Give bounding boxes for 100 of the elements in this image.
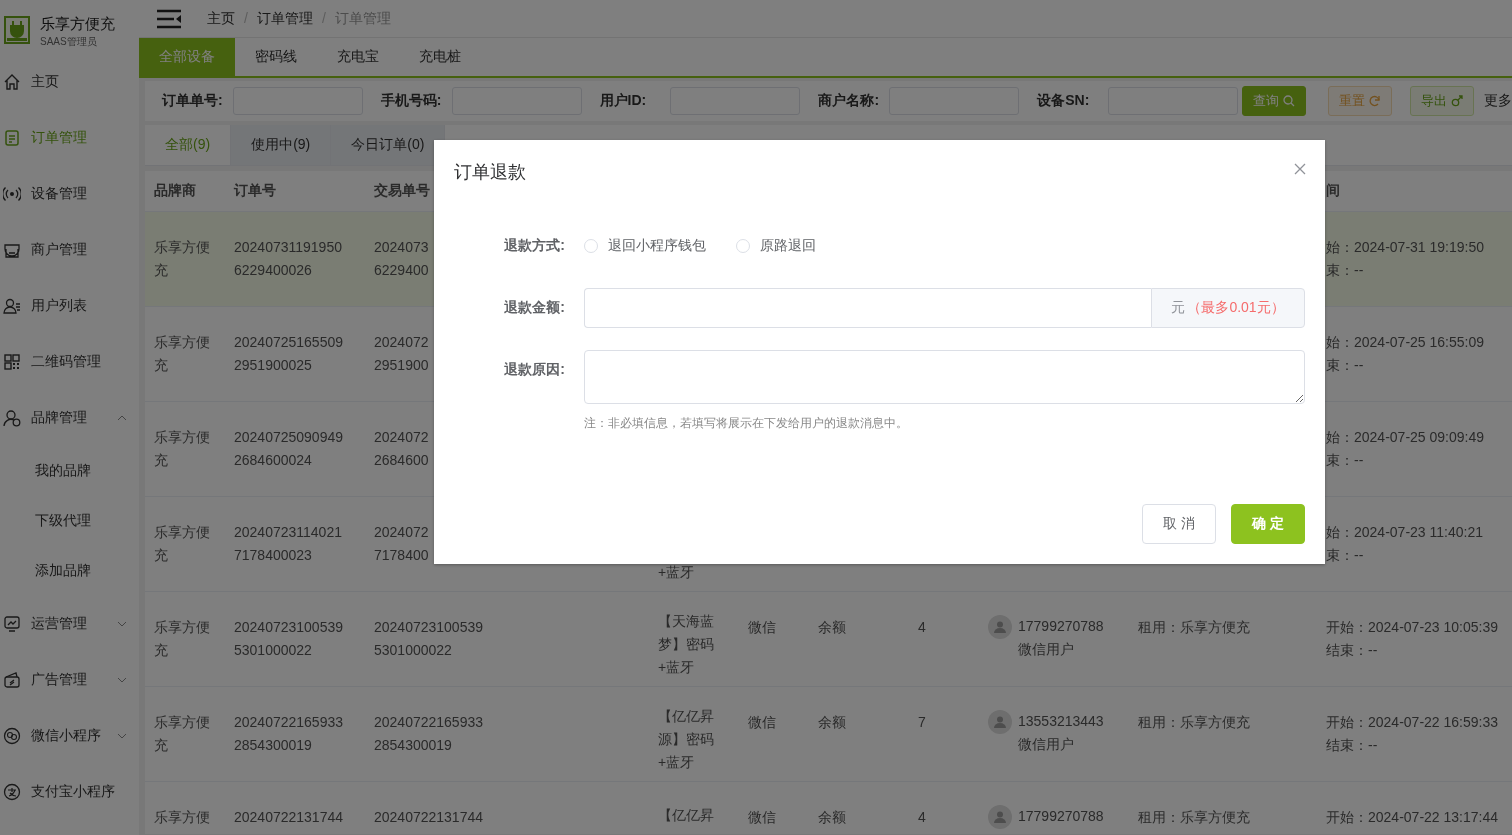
cancel-button[interactable]: 取 消 <box>1142 504 1216 544</box>
close-button[interactable] <box>1294 163 1306 175</box>
table-cell-text: 2024072 7178400 <box>374 523 429 565</box>
refresh-icon <box>1369 95 1381 107</box>
column-header: 交易单号 <box>374 182 430 198</box>
nav-item[interactable]: 添加品牌 <box>0 546 139 596</box>
table-cell-text: 20240731191950 6229400026 <box>234 238 342 280</box>
chat-icon <box>3 727 21 745</box>
table-row[interactable]: 乐享方便充 20240722165933 2854300019 20240722165933 2854300019 【亿亿昇 源】密码 +蓝牙 微信 余额 7 13553213443 微信用户 租用：乐享方便充 开始：2024-07-22 16:59:33 结束：-- <box>145 687 1512 782</box>
table-cell-text: +蓝牙 <box>658 563 695 582</box>
house-icon <box>3 73 21 91</box>
tab[interactable]: 充电宝 <box>317 38 399 76</box>
table-row[interactable]: 乐享方便 20240722131744 20240722131744 【亿亿昇 微信 余额 4 17799270788 租用：乐享方便充 开始：2024-07-22 13:17:44 <box>145 782 1512 834</box>
nav-item[interactable]: 品牌管理 <box>0 390 139 446</box>
field-label: 订单单号: <box>162 92 224 110</box>
table-cell-text: 租用：乐享方便充 <box>1138 618 1250 637</box>
table-cell-text: 20240722165933 2854300019 <box>374 713 483 755</box>
nav-item[interactable]: 二维码管理 <box>0 334 139 390</box>
nav-item[interactable]: 主页 <box>0 54 139 110</box>
nav-item[interactable]: 下级代理 <box>0 496 139 546</box>
column-header: 订单号 <box>234 182 276 198</box>
table-cell-text: 乐享方便充 <box>154 238 211 280</box>
table-cell-text: 结束：-- <box>1326 736 1379 755</box>
unit-label: 元 <box>1171 299 1186 317</box>
field-label: 设备SN: <box>1037 92 1091 110</box>
table-cell-text: 4 <box>918 808 926 827</box>
column-header: 品牌商 <box>154 182 196 198</box>
table-cell-text: 余额 <box>818 808 846 827</box>
store-icon <box>3 241 21 259</box>
tab[interactable]: 密码线 <box>235 38 317 76</box>
table-cell-text: 【亿亿昇 <box>658 806 714 825</box>
nav-item[interactable]: 用户列表 <box>0 278 139 334</box>
option-label: 退回小程序钱包 <box>608 237 706 255</box>
table-cell-text: 开始：2024-07-23 10:05:39 <box>1326 618 1498 637</box>
field-label: 商户名称: <box>818 92 881 110</box>
amount-field[interactable] <box>584 288 1151 328</box>
export-icon <box>1451 95 1463 107</box>
table-cell-text: 始：2024-07-25 09:09:49 <box>1326 428 1484 447</box>
table-cell-text: 4 <box>918 618 926 637</box>
table-cell-text: 微信 <box>748 808 776 827</box>
nav-item[interactable]: 订单管理 <box>0 110 139 166</box>
table-cell-text: 束：-- <box>1326 356 1365 375</box>
nav-item[interactable]: 我的品牌 <box>0 446 139 496</box>
card-icon <box>3 671 21 689</box>
breadcrumb-link[interactable]: 订单管理 <box>256 9 313 28</box>
table-cell-text: 乐享方便充 <box>154 713 211 755</box>
radio-option[interactable]: 原路退回 <box>736 237 816 255</box>
table-cell-text: 17799270788 <box>1018 807 1104 826</box>
nav-item[interactable]: 设备管理 <box>0 166 139 222</box>
table-cell-text: 20240722165933 2854300019 <box>234 713 343 755</box>
table-cell-text: 开始：2024-07-22 13:17:44 <box>1326 808 1498 827</box>
tab[interactable]: 使用中(9) <box>231 125 332 165</box>
table-cell-text: 20240725165509 2951900025 <box>234 333 343 375</box>
separator: / <box>321 9 326 28</box>
close-icon <box>1294 163 1306 175</box>
nav-item[interactable]: 支付宝小程序 <box>0 764 139 820</box>
table-cell-text: 20240723100539 5301000022 <box>234 618 343 660</box>
table-cell-text: 20240722131744 <box>234 808 343 827</box>
user-role: SAAS管理员 <box>40 35 98 49</box>
table-cell-text: 乐享方便 <box>154 808 211 827</box>
table-cell-text: 开始：2024-07-22 16:59:33 <box>1326 713 1498 732</box>
dialog-title: 订单退款 <box>454 161 526 184</box>
table-cell-text: 结束：-- <box>1326 641 1379 660</box>
table-cell-text: 束：-- <box>1326 546 1365 565</box>
max-amount-hint: （最多0.01元） <box>1187 299 1285 317</box>
table-cell-text: 7 <box>918 713 926 732</box>
nav-item[interactable]: 商户管理 <box>0 222 139 278</box>
table-cell-text: 始：2024-07-25 16:55:09 <box>1326 333 1484 352</box>
table-cell-text: 2024073 6229400 <box>374 238 429 280</box>
breadcrumb-link[interactable]: 主页 <box>207 9 235 28</box>
table-cell-text: 乐享方便充 <box>154 618 211 660</box>
reason-field[interactable] <box>584 350 1305 404</box>
menu-icon <box>157 8 181 29</box>
document-icon <box>3 129 21 147</box>
payment-icon <box>3 783 21 801</box>
field-label: 退款方式: <box>503 237 566 255</box>
table-cell-text: 20240725090949 2684600024 <box>234 428 343 470</box>
signal-icon <box>3 185 21 203</box>
nav-item[interactable]: 运营管理 <box>0 596 139 652</box>
table-cell-text: 20240723100539 5301000022 <box>374 618 483 660</box>
table-cell-text: 微信 <box>748 713 776 732</box>
radio-option[interactable]: 退回小程序钱包 <box>584 237 706 255</box>
table-cell-text: 束：-- <box>1326 261 1365 280</box>
field-label: 手机号码: <box>380 92 443 110</box>
table-cell-text: 20240723114021 7178400023 <box>234 523 342 565</box>
qr-code-icon <box>3 353 21 371</box>
brand-name: 乐享方便充 <box>40 15 115 34</box>
nav-item[interactable]: 广告管理 <box>0 652 139 708</box>
tab[interactable]: 充电桩 <box>399 38 481 76</box>
table-cell-text: 17799270788 微信用户 <box>1018 617 1104 659</box>
table-cell-text: 乐享方便充 <box>154 523 211 565</box>
table-cell-text: 【亿亿昇 源】密码 +蓝牙 <box>658 707 714 772</box>
table-cell-text: 始：2024-07-23 11:40:21 <box>1326 523 1483 542</box>
nav-item[interactable]: 微信小程序 <box>0 708 139 764</box>
more-link[interactable]: 更多 <box>1484 92 1512 110</box>
monitor-icon <box>3 615 21 633</box>
table-row[interactable]: 乐享方便充 20240723100539 5301000022 20240723100539 5301000022 【天海蓝 梦】密码 +蓝牙 微信 余额 4 17799270788 微信用户 租用：乐享方便充 开始：2024-07-23 10:05:39 结束：-- <box>145 592 1512 687</box>
table-cell-text: 余额 <box>818 713 846 732</box>
users-icon <box>3 297 21 315</box>
tab[interactable]: 今日订单(0) <box>331 125 446 165</box>
